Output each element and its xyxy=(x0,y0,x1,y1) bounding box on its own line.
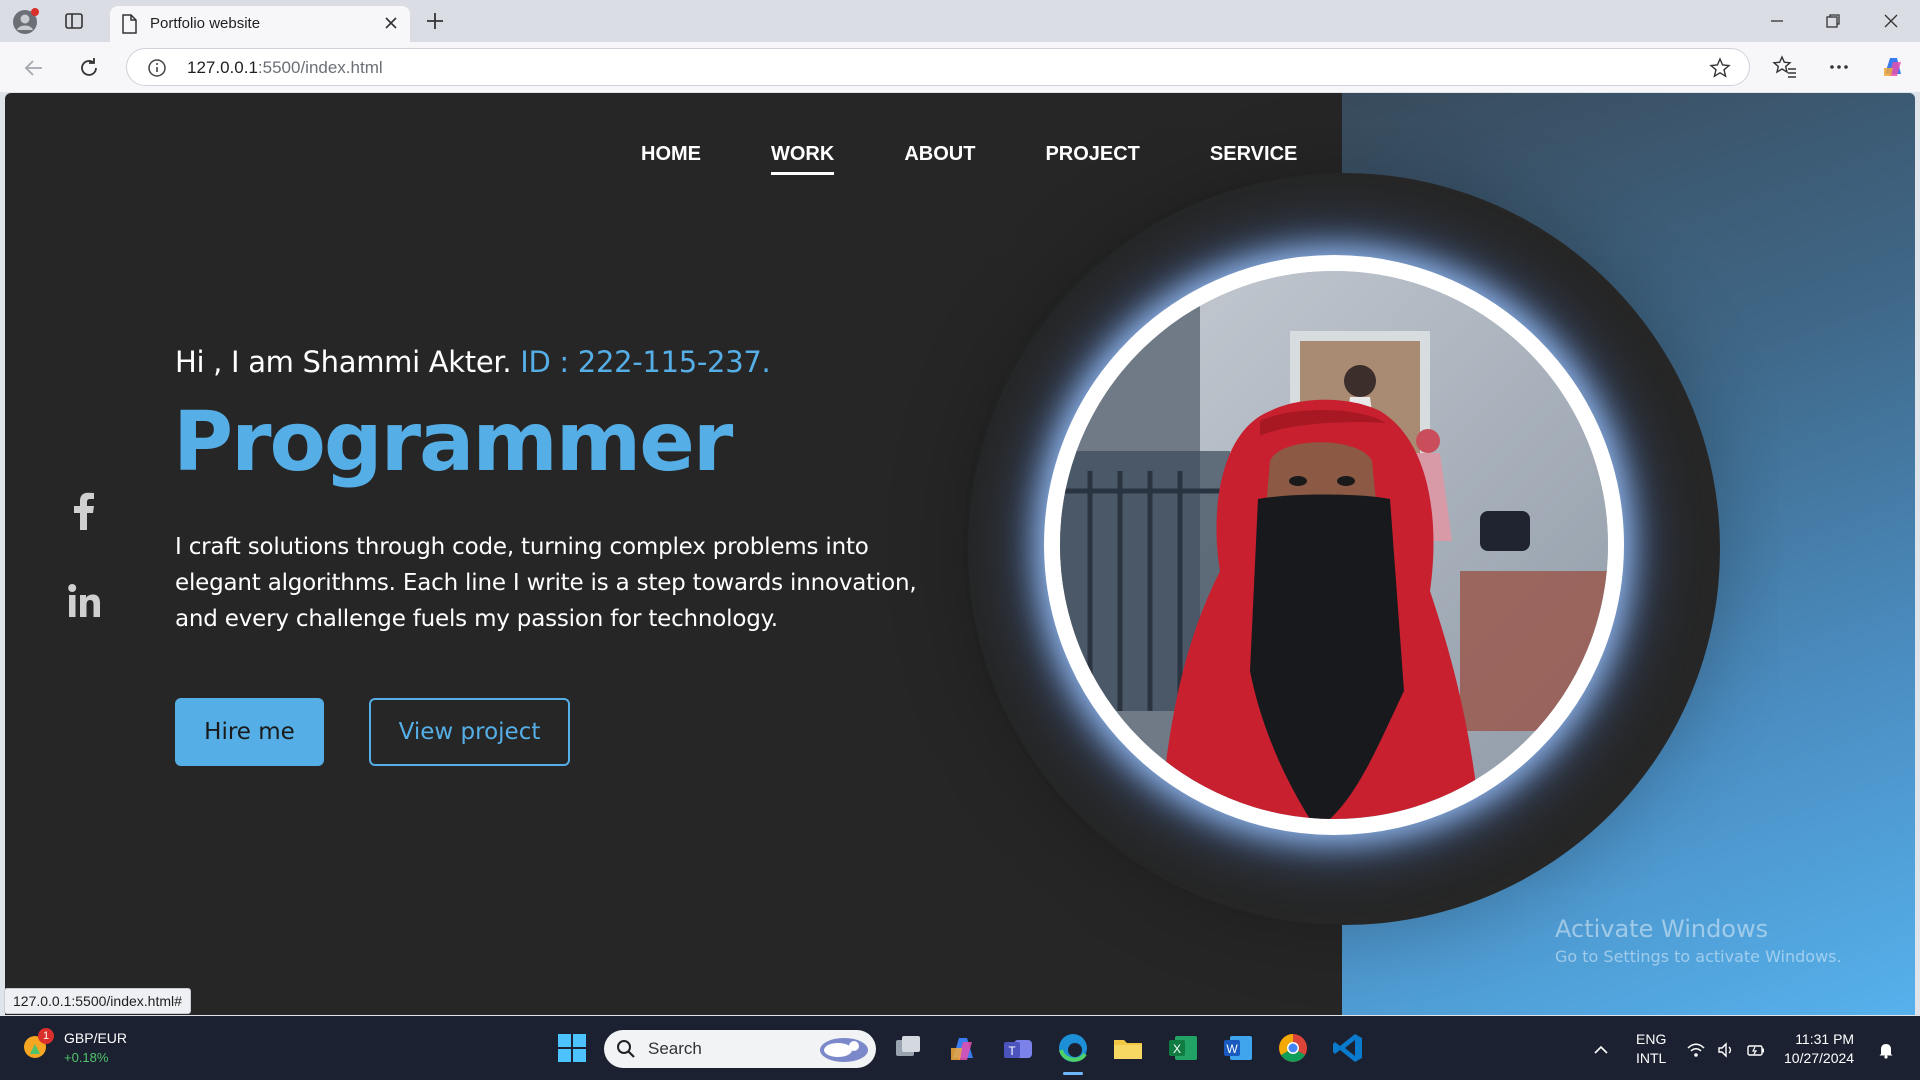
edge-active-indicator xyxy=(1063,1072,1083,1075)
browser-tab-bar: Portfolio website xyxy=(0,0,1920,42)
restore-icon[interactable] xyxy=(1822,10,1844,32)
task-view-icon[interactable] xyxy=(890,1030,926,1066)
watermark-title: Activate Windows xyxy=(1555,915,1769,943)
favorites-icon[interactable] xyxy=(1772,54,1798,80)
svg-text:X: X xyxy=(1173,1042,1181,1056)
clock-time: 11:31 PM xyxy=(1795,1031,1855,1047)
copilot-icon[interactable] xyxy=(1880,54,1906,80)
view-project-button[interactable]: View project xyxy=(369,698,570,766)
hero-role: Programmer xyxy=(173,395,733,490)
language-indicator[interactable]: ENG INTL xyxy=(1636,1030,1666,1068)
hero-intro: Hi , I am Shammi Akter. ID : 222-115-237… xyxy=(175,345,771,379)
activate-windows-watermark: Activate Windows Go to Settings to activ… xyxy=(1555,915,1842,966)
intro-name-text: Hi , I am Shammi Akter. xyxy=(175,345,521,379)
status-bar-url: 127.0.0.1:5500/index.html# xyxy=(4,988,191,1014)
close-window-icon[interactable] xyxy=(1880,10,1902,32)
nav-home[interactable]: HOME xyxy=(641,143,701,175)
nav-service[interactable]: SERVICE xyxy=(1210,143,1297,175)
notification-bell-icon[interactable] xyxy=(1876,1040,1896,1060)
url-text: 127.0.0.1:5500/index.html xyxy=(187,58,383,78)
tab-active[interactable]: Portfolio website xyxy=(110,6,410,42)
hero-description: I craft solutions through code, turning … xyxy=(175,534,917,632)
notification-dot xyxy=(31,8,39,16)
back-icon[interactable] xyxy=(22,56,46,80)
minimize-icon[interactable] xyxy=(1766,10,1788,32)
word-icon[interactable]: W xyxy=(1220,1030,1256,1066)
facebook-icon[interactable] xyxy=(59,486,109,536)
wifi-icon[interactable] xyxy=(1686,1040,1706,1060)
profile-photo xyxy=(1044,255,1624,835)
svg-text:T: T xyxy=(1008,1044,1016,1058)
nav-about[interactable]: ABOUT xyxy=(904,143,975,175)
close-tab-icon[interactable] xyxy=(382,14,400,32)
browser-toolbar: 127.0.0.1:5500/index.html xyxy=(0,42,1920,92)
taskbar-search[interactable]: Search xyxy=(604,1030,876,1068)
ticker-change: +0.18% xyxy=(64,1050,109,1065)
watermark-subtitle: Go to Settings to activate Windows. xyxy=(1555,947,1842,966)
new-tab-icon[interactable] xyxy=(424,10,446,32)
page-viewport: HOME WORK ABOUT PROJECT SERVICE Hi , I a… xyxy=(5,93,1915,1015)
search-icon xyxy=(616,1039,636,1059)
address-bar[interactable]: 127.0.0.1:5500/index.html xyxy=(126,48,1750,86)
linkedin-icon[interactable] xyxy=(59,577,109,627)
file-explorer-icon[interactable] xyxy=(1110,1030,1146,1066)
page-icon xyxy=(120,14,138,34)
language-code: ENG xyxy=(1636,1031,1667,1047)
system-clock[interactable]: 11:31 PM 10/27/2024 xyxy=(1784,1030,1854,1068)
url-host: 127.0.0.1 xyxy=(187,58,258,77)
windows-start-icon[interactable] xyxy=(554,1030,590,1066)
edge-icon[interactable] xyxy=(1055,1030,1091,1066)
search-highlight-art-icon xyxy=(814,1034,870,1064)
battery-icon[interactable] xyxy=(1746,1040,1766,1060)
widget-badge: 1 xyxy=(38,1028,54,1044)
chrome-icon[interactable] xyxy=(1275,1030,1311,1066)
ticker-name[interactable]: GBP/EUR xyxy=(64,1030,127,1046)
show-hidden-icons-icon[interactable] xyxy=(1591,1040,1611,1060)
main-nav: HOME WORK ABOUT PROJECT SERVICE xyxy=(641,143,1297,175)
reload-icon[interactable] xyxy=(77,56,101,80)
nav-work[interactable]: WORK xyxy=(771,143,835,175)
more-options-icon[interactable] xyxy=(1826,54,1852,80)
nav-project[interactable]: PROJECT xyxy=(1045,143,1139,175)
site-info-icon[interactable] xyxy=(147,58,167,78)
search-placeholder: Search xyxy=(648,1039,702,1058)
tab-title: Portfolio website xyxy=(150,15,261,32)
hire-me-button[interactable]: Hire me xyxy=(175,698,324,766)
teams-icon[interactable]: T xyxy=(1000,1030,1036,1066)
copilot-app-icon[interactable] xyxy=(945,1030,981,1066)
tab-actions-icon[interactable] xyxy=(64,11,84,31)
profile-icon[interactable] xyxy=(12,8,39,35)
volume-icon[interactable] xyxy=(1716,1040,1736,1060)
keyboard-layout: INTL xyxy=(1636,1050,1667,1066)
svg-text:W: W xyxy=(1226,1042,1238,1056)
windows-taskbar: 1 GBP/EUR +0.18% Search T X W ENG INTL 1… xyxy=(0,1016,1920,1080)
url-path: :5500/index.html xyxy=(257,58,383,77)
favorite-star-icon[interactable] xyxy=(1709,57,1731,79)
vscode-icon[interactable] xyxy=(1330,1030,1366,1066)
excel-icon[interactable]: X xyxy=(1165,1030,1201,1066)
student-id-text: ID : 222-115-237. xyxy=(520,345,771,379)
clock-date: 10/27/2024 xyxy=(1784,1050,1855,1066)
